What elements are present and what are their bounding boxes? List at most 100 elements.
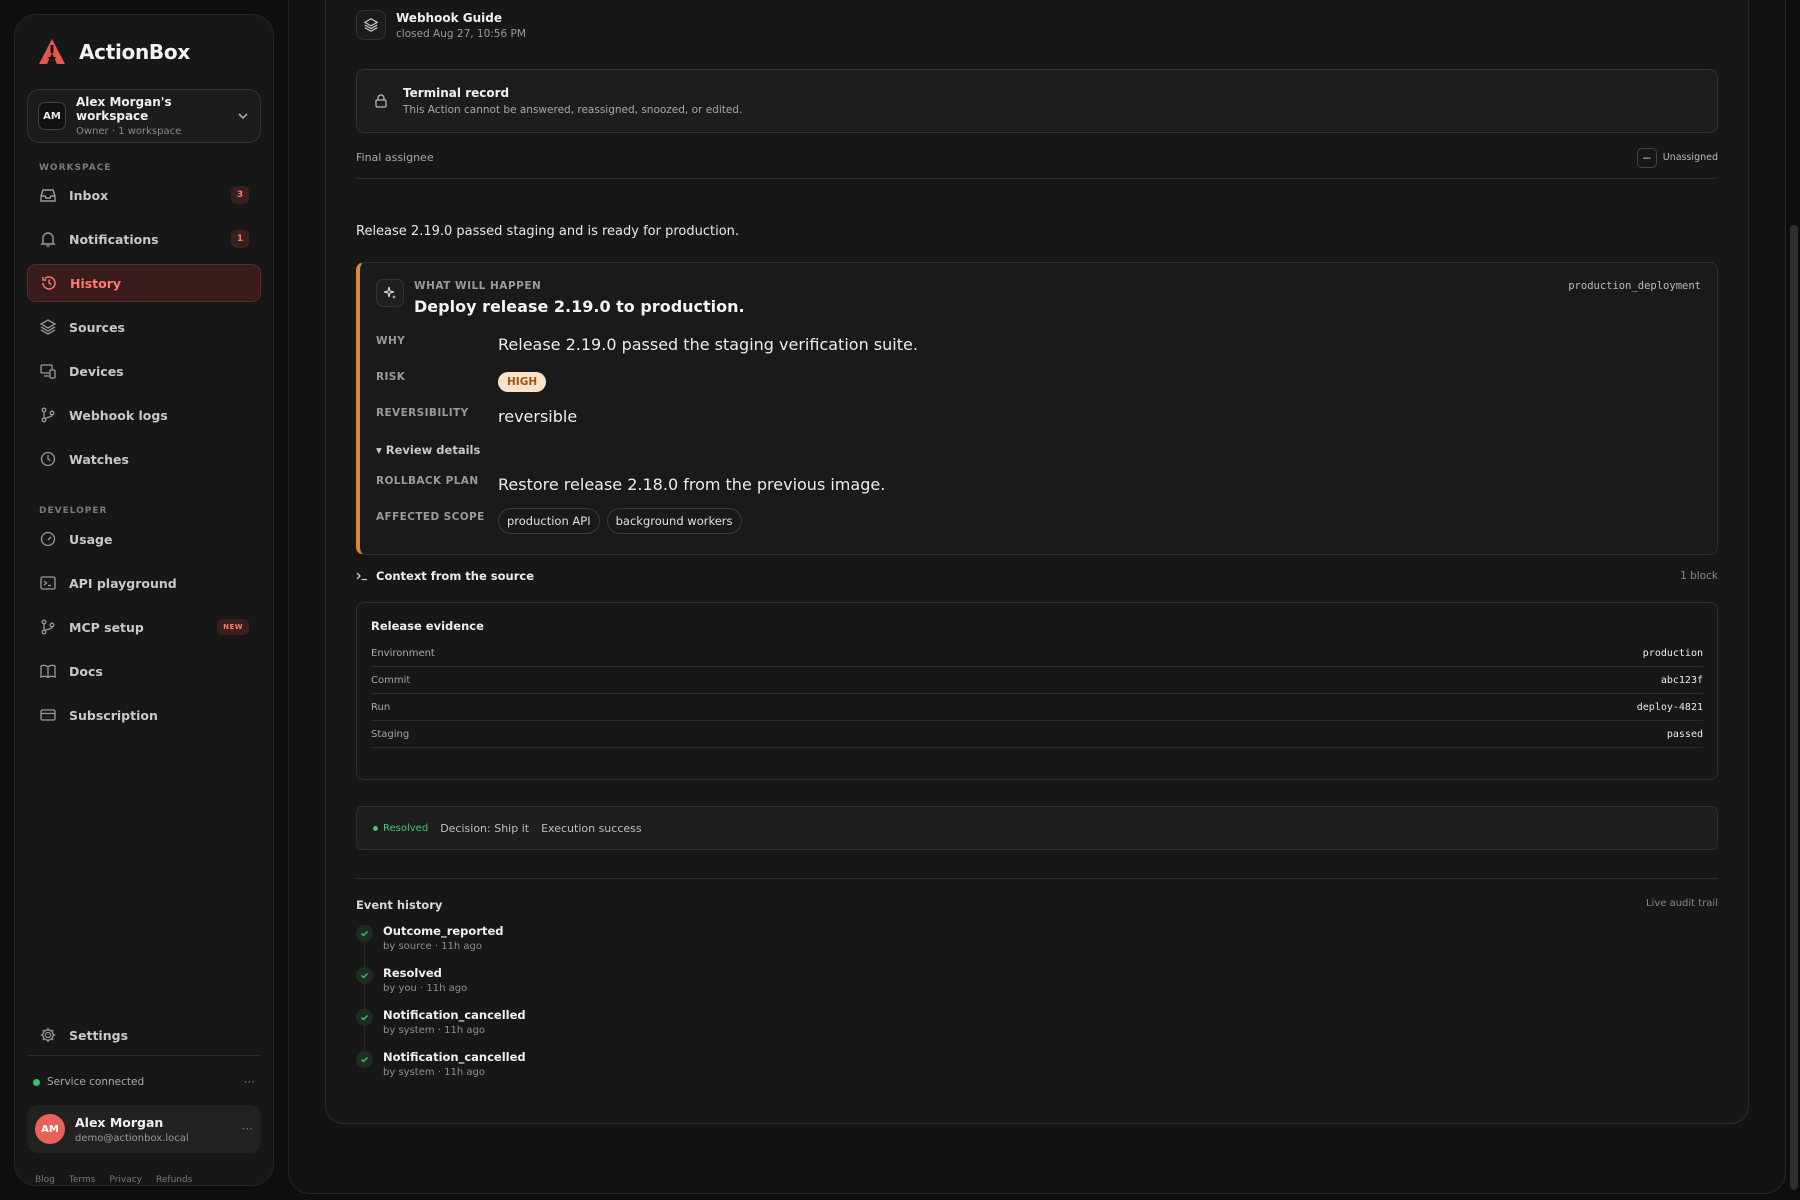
reversibility-value: reversible	[498, 407, 578, 426]
event-history-subtitle: Live audit trail	[1645, 898, 1718, 909]
event-item: Notification_cancelled by system · 11h ag…	[356, 1008, 526, 1036]
decision-text: Decision: Ship it	[440, 821, 530, 835]
terminal-sub: This Action cannot be answered, reassign…	[403, 104, 743, 116]
sidebar-item-usage[interactable]: Usage	[27, 520, 261, 558]
evidence-row: Environment production	[371, 640, 1703, 667]
history-icon	[42, 276, 56, 290]
event-meta: by source · 11h ago	[383, 941, 483, 952]
sidebar-item-label: API playground	[69, 575, 177, 591]
risk-label: RISK	[376, 371, 406, 383]
workspace-sub: Owner · 1 workspace	[76, 126, 182, 137]
scope-chip: production API	[498, 508, 600, 534]
user-more-button[interactable]: ···	[242, 1122, 253, 1136]
scrollbar-thumb[interactable]	[1790, 225, 1798, 1190]
gauge-icon	[40, 531, 56, 547]
section-workspace: WORKSPACE	[39, 163, 112, 173]
status-dot-icon	[33, 1078, 40, 1086]
sidebar-item-history[interactable]: History	[27, 264, 261, 302]
sidebar-item-label: Docs	[69, 663, 103, 679]
sidebar-item-label: History	[70, 275, 122, 291]
final-assignee-text: Unassigned	[1662, 152, 1718, 163]
lock-icon	[375, 94, 387, 108]
workspace-switcher[interactable]: AM Alex Morgan's workspace Owner · 1 wor…	[27, 89, 261, 143]
sidebar-item-inbox[interactable]: Inbox 3	[27, 176, 261, 214]
affected-scope-chips: production API background workers	[498, 508, 742, 534]
service-status-text: Service connected	[47, 1076, 145, 1088]
evidence-key: Environment	[371, 647, 435, 659]
source-name: Webhook Guide	[396, 10, 502, 25]
check-icon	[356, 925, 373, 942]
user-name: Alex Morgan	[75, 1114, 164, 1130]
footer-link-blog[interactable]: Blog	[35, 1175, 55, 1185]
inbox-count-badge: 3	[231, 186, 249, 204]
sidebar-item-notifications[interactable]: Notifications 1	[27, 220, 261, 258]
inbox-icon	[40, 189, 56, 202]
source-header: Webhook Guide closed Aug 27, 10:56 PM	[356, 10, 526, 40]
footer-link-refunds[interactable]: Refunds	[156, 1175, 192, 1185]
scope-chip: background workers	[606, 508, 742, 534]
sidebar-item-label: Sources	[69, 319, 125, 335]
sparkle-icon-box	[376, 279, 404, 307]
sidebar-item-webhook-logs[interactable]: Webhook logs	[27, 396, 261, 434]
rollback-value: Restore release 2.18.0 from the previous…	[498, 475, 886, 494]
notifications-count-badge: 1	[231, 230, 249, 248]
user-card[interactable]: AM Alex Morgan demo@actionbox.local ···	[27, 1105, 261, 1153]
sidebar-item-sources[interactable]: Sources	[27, 308, 261, 346]
event-name: Notification_cancelled	[383, 1050, 526, 1064]
review-details-toggle[interactable]: ▾ Review details	[376, 443, 480, 457]
terminal-record-notice: Terminal record This Action cannot be an…	[356, 69, 1718, 133]
footer-link-terms[interactable]: Terms	[69, 1175, 96, 1185]
workspace-avatar: AM	[38, 102, 66, 130]
brand-name: ActionBox	[79, 40, 190, 64]
sidebar-item-mcp-setup[interactable]: MCP setup NEW	[27, 608, 261, 646]
evidence-key: Commit	[371, 674, 411, 686]
book-icon	[40, 664, 56, 679]
section-developer: DEVELOPER	[39, 506, 108, 516]
event-name: Resolved	[383, 966, 442, 980]
workspace-name: Alex Morgan's workspace	[76, 95, 172, 123]
sidebar-divider	[27, 1055, 261, 1056]
final-assignee-row: Final assignee − Unassigned	[356, 137, 1718, 179]
sidebar-footer-links: Blog Terms Privacy Refunds	[35, 1175, 192, 1185]
evidence-value: abc123f	[1660, 674, 1703, 686]
sidebar-item-subscription[interactable]: Subscription	[27, 696, 261, 734]
sidebar-item-label: Subscription	[69, 707, 158, 723]
sidebar-item-settings[interactable]: Settings	[27, 1016, 261, 1054]
resolved-text: Resolved	[383, 822, 429, 834]
chevron-down-icon	[238, 113, 248, 120]
sidebar-item-label: Usage	[69, 531, 113, 547]
sidebar-item-devices[interactable]: Devices	[27, 352, 261, 390]
final-assignee-label: Final assignee	[356, 151, 434, 164]
resolved-status: Resolved	[373, 823, 428, 834]
brand[interactable]: ActionBox	[37, 37, 190, 67]
evidence-key: Run	[371, 701, 391, 713]
main-panel: Webhook Guide closed Aug 27, 10:56 PM Te…	[288, 0, 1786, 1194]
sidebar-item-docs[interactable]: Docs	[27, 652, 261, 690]
what-kicker: WHAT WILL HAPPEN	[414, 280, 542, 292]
final-assignee-value: − Unassigned	[1636, 147, 1718, 168]
layers-icon	[363, 18, 379, 32]
resolution-status-bar: Resolved Decision: Ship it Execution suc…	[356, 806, 1718, 850]
risk-badge: HIGH	[498, 372, 547, 392]
reversibility-label: REVERSIBILITY	[376, 407, 469, 419]
service-more-button[interactable]: ···	[244, 1075, 255, 1089]
closed-timestamp: closed Aug 27, 10:56 PM	[396, 27, 526, 40]
sidebar-item-watches[interactable]: Watches	[27, 440, 261, 478]
credit-card-icon	[40, 709, 56, 721]
context-count: 1 block	[1680, 570, 1718, 582]
what-title: Deploy release 2.19.0 to production.	[414, 297, 745, 316]
sidebar-item-api-playground[interactable]: API playground	[27, 564, 261, 602]
sidebar-item-label: Settings	[69, 1027, 129, 1043]
execution-text: Execution success	[541, 821, 642, 835]
event-meta: by system · 11h ago	[383, 1067, 485, 1078]
action-summary: Release 2.19.0 passed staging and is rea…	[356, 224, 740, 239]
evidence-key: Staging	[371, 728, 410, 740]
event-meta: by you · 11h ago	[383, 983, 468, 994]
event-item: Outcome_reported by source · 11h ago	[356, 924, 504, 952]
sidebar-item-label: Webhook logs	[69, 407, 168, 423]
sidebar-item-label: MCP setup	[69, 619, 144, 635]
footer-link-privacy[interactable]: Privacy	[109, 1175, 142, 1185]
sparkle-icon	[383, 286, 396, 299]
context-header[interactable]: Context from the source 1 block	[356, 569, 1718, 583]
sidebar: ActionBox AM Alex Morgan's workspace Own…	[14, 14, 274, 1186]
